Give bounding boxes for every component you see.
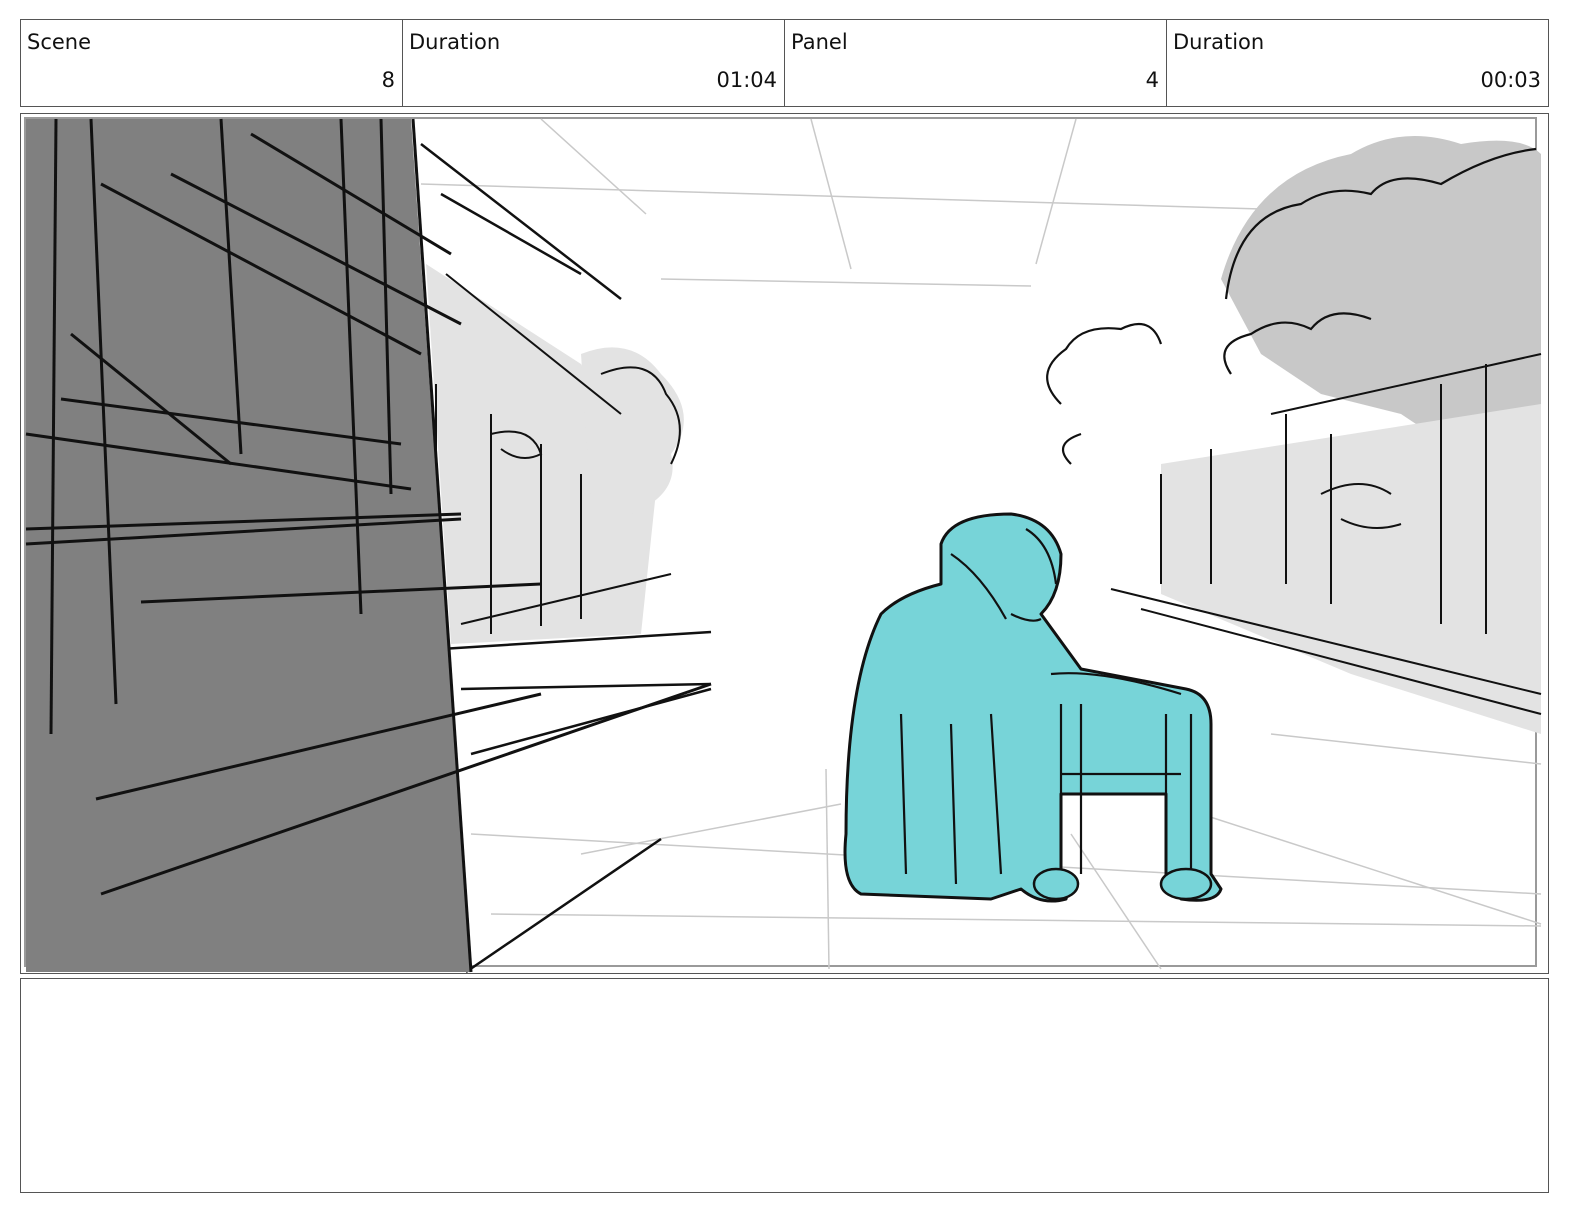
scene-cell: Scene 8: [21, 20, 403, 106]
panel-duration-label: Duration: [1173, 30, 1265, 54]
scene-duration-label: Duration: [409, 30, 501, 54]
panel-number[interactable]: 4: [1146, 68, 1159, 92]
right-building-shade: [1161, 404, 1541, 734]
sketch-canvas: [24, 117, 1542, 973]
right-tree-shade: [1221, 136, 1541, 454]
panel-duration-cell: Duration 00:03: [1167, 20, 1548, 106]
left-tree-shade: [581, 347, 684, 514]
panel-notes-area[interactable]: [20, 978, 1549, 1193]
storyboard-frame[interactable]: [20, 113, 1549, 974]
scene-number[interactable]: 8: [382, 68, 395, 92]
panel-cell: Panel 4: [785, 20, 1167, 106]
scene-label: Scene: [27, 30, 92, 54]
panel-info-header: Scene 8 Duration 01:04 Panel 4 Duration …: [20, 19, 1549, 107]
panel-label: Panel: [791, 30, 848, 54]
scene-duration-cell: Duration 01:04: [403, 20, 785, 106]
scene-duration-value[interactable]: 01:04: [716, 68, 777, 92]
panel-duration-value[interactable]: 00:03: [1480, 68, 1541, 92]
